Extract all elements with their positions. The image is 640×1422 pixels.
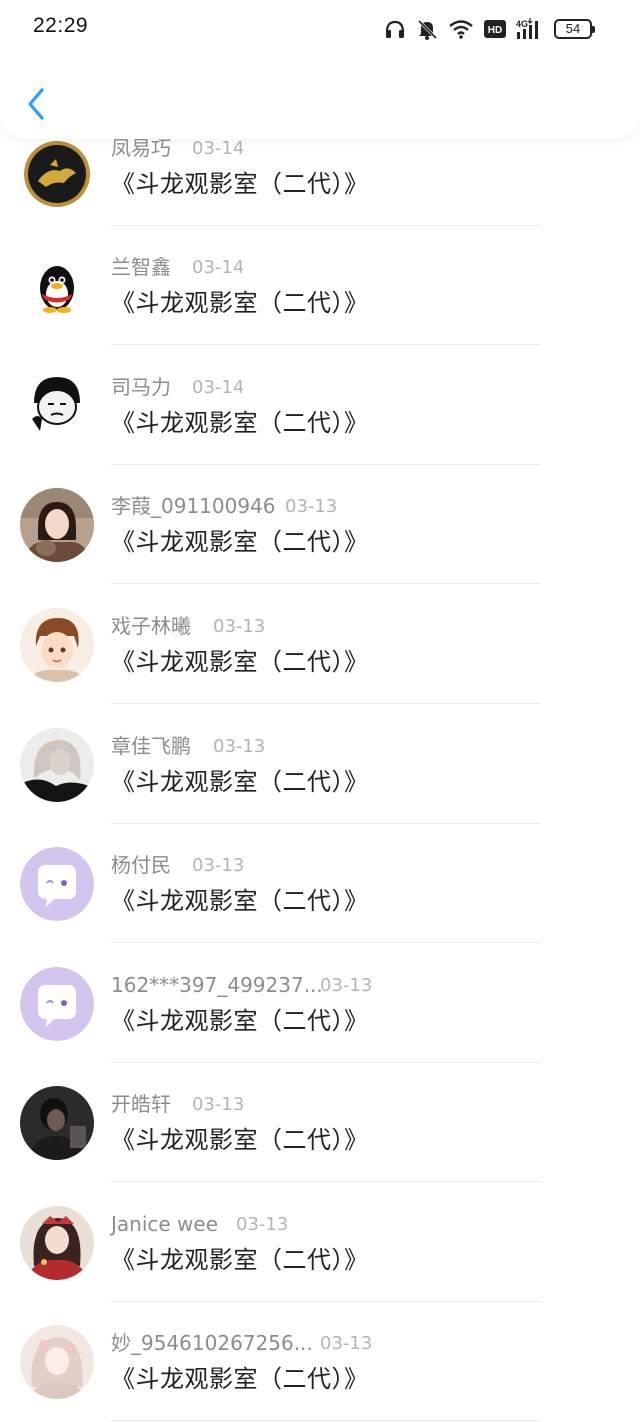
item-title[interactable]: 《斗龙观影室（二代）》: [111, 527, 369, 557]
user-name: 戏子林曦: [111, 614, 191, 638]
item-title[interactable]: 《斗龙观影室（二代）》: [111, 647, 369, 677]
divider: [111, 1181, 541, 1182]
post-date: 03-14: [192, 377, 245, 398]
item-meta: 兰智鑫 03-14: [111, 254, 244, 280]
divider: [111, 823, 541, 824]
item-title[interactable]: 《斗龙观影室（二代）》: [111, 169, 369, 199]
top-bar: 22:29 HD 4G 54: [0, 0, 640, 139]
wifi-icon: [449, 20, 473, 39]
item-meta: 杨付民 03-13: [111, 852, 244, 878]
user-name: 妙_954610267256...: [111, 1331, 313, 1355]
avatar[interactable]: [20, 369, 94, 443]
post-date: 03-14: [192, 138, 245, 159]
user-name: 兰智鑫: [111, 255, 171, 279]
svg-text:HD: HD: [488, 25, 502, 36]
divider: [111, 583, 541, 584]
avatar[interactable]: [20, 967, 94, 1041]
list-item[interactable]: 妙_954610267256... 03-13 《斗龙观影室（二代）》: [0, 1325, 640, 1422]
avatar[interactable]: [20, 847, 94, 921]
headphones-icon: [385, 20, 405, 38]
list-item[interactable]: 章佳飞鹏 03-13 《斗龙观影室（二代）》: [0, 728, 640, 851]
divider: [111, 1420, 541, 1421]
post-date: 03-13: [236, 1214, 289, 1235]
item-meta: 162***397_499237... 03-13: [111, 972, 372, 998]
divider: [111, 1062, 541, 1063]
post-date: 03-13: [192, 855, 245, 876]
divider: [111, 942, 541, 943]
item-meta: 戏子林曦 03-13: [111, 613, 265, 639]
list-item[interactable]: 162***397_499237... 03-13 《斗龙观影室（二代）》: [0, 967, 640, 1090]
list-item[interactable]: 兰智鑫 03-14 《斗龙观影室（二代）》: [0, 252, 640, 372]
avatar[interactable]: [20, 488, 94, 562]
comment-list: 凤易巧 03-14 《斗龙观影室（二代）》 兰智鑫 03-14 《斗龙观影室（二…: [0, 0, 640, 1422]
list-item[interactable]: 杨付民 03-13 《斗龙观影室（二代）》: [0, 847, 640, 970]
divider: [111, 225, 541, 226]
item-title[interactable]: 《斗龙观影室（二代）》: [111, 1125, 369, 1155]
user-name: Janice wee: [111, 1212, 219, 1236]
item-title[interactable]: 《斗龙观影室（二代）》: [111, 767, 369, 797]
battery-indicator: 54: [554, 19, 595, 39]
avatar[interactable]: [20, 1206, 94, 1280]
user-name: 李葭_091100946: [111, 494, 276, 518]
list-item[interactable]: 开皓轩 03-13 《斗龙观影室（二代）》: [0, 1086, 640, 1209]
user-name: 杨付民: [111, 853, 171, 877]
item-title[interactable]: 《斗龙观影室（二代）》: [111, 1245, 369, 1275]
avatar[interactable]: [20, 137, 94, 211]
post-date: 03-13: [285, 496, 338, 517]
avatar[interactable]: [20, 252, 94, 326]
post-date: 03-13: [192, 1094, 245, 1115]
user-name: 司马力: [111, 375, 171, 399]
list-item[interactable]: Janice wee 03-13 《斗龙观影室（二代）》: [0, 1206, 640, 1329]
avatar[interactable]: [20, 728, 94, 802]
hd-icon: HD: [484, 20, 506, 38]
post-date: 03-13: [320, 1333, 373, 1354]
avatar[interactable]: [20, 608, 94, 682]
list-item[interactable]: 戏子林曦 03-13 《斗龙观影室（二代）》: [0, 608, 640, 731]
user-name: 162***397_499237...: [111, 973, 323, 997]
list-item[interactable]: 李葭_091100946 03-13 《斗龙观影室（二代）》: [0, 488, 640, 611]
post-date: 03-13: [213, 736, 266, 757]
user-name: 凤易巧: [111, 136, 171, 160]
item-meta: 开皓轩 03-13: [111, 1091, 244, 1117]
avatar[interactable]: [20, 1086, 94, 1160]
status-time: 22:29: [33, 14, 89, 37]
item-title[interactable]: 《斗龙观影室（二代）》: [111, 886, 369, 916]
list-item[interactable]: 司马力 03-14 《斗龙观影室（二代）》: [0, 369, 640, 492]
item-title[interactable]: 《斗龙观影室（二代）》: [111, 1006, 369, 1036]
status-icons: HD 4G 54: [384, 16, 595, 42]
mute-bell-icon: [417, 19, 438, 40]
item-meta: 章佳飞鹏 03-13: [111, 733, 265, 759]
divider: [111, 464, 541, 465]
user-name: 开皓轩: [111, 1092, 171, 1116]
divider: [111, 1301, 541, 1302]
item-title[interactable]: 《斗龙观影室（二代）》: [111, 288, 369, 318]
4g-signal-icon: 4G: [516, 18, 538, 39]
divider: [111, 703, 541, 704]
item-meta: 李葭_091100946 03-13: [111, 493, 337, 519]
avatar[interactable]: [20, 1325, 94, 1399]
item-title[interactable]: 《斗龙观影室（二代）》: [111, 1364, 369, 1394]
post-date: 03-13: [320, 975, 373, 996]
divider: [111, 344, 541, 345]
item-title[interactable]: 《斗龙观影室（二代）》: [111, 408, 369, 438]
chevron-left-icon[interactable]: [22, 86, 52, 122]
svg-text:4G: 4G: [516, 19, 528, 29]
post-date: 03-14: [192, 257, 245, 278]
list-item[interactable]: 凤易巧 03-14 《斗龙观影室（二代）》: [0, 133, 640, 253]
item-meta: Janice wee 03-13: [111, 1211, 288, 1237]
item-meta: 妙_954610267256... 03-13: [111, 1330, 372, 1356]
item-meta: 司马力 03-14: [111, 374, 244, 400]
user-name: 章佳飞鹏: [111, 734, 191, 758]
post-date: 03-13: [213, 616, 266, 637]
